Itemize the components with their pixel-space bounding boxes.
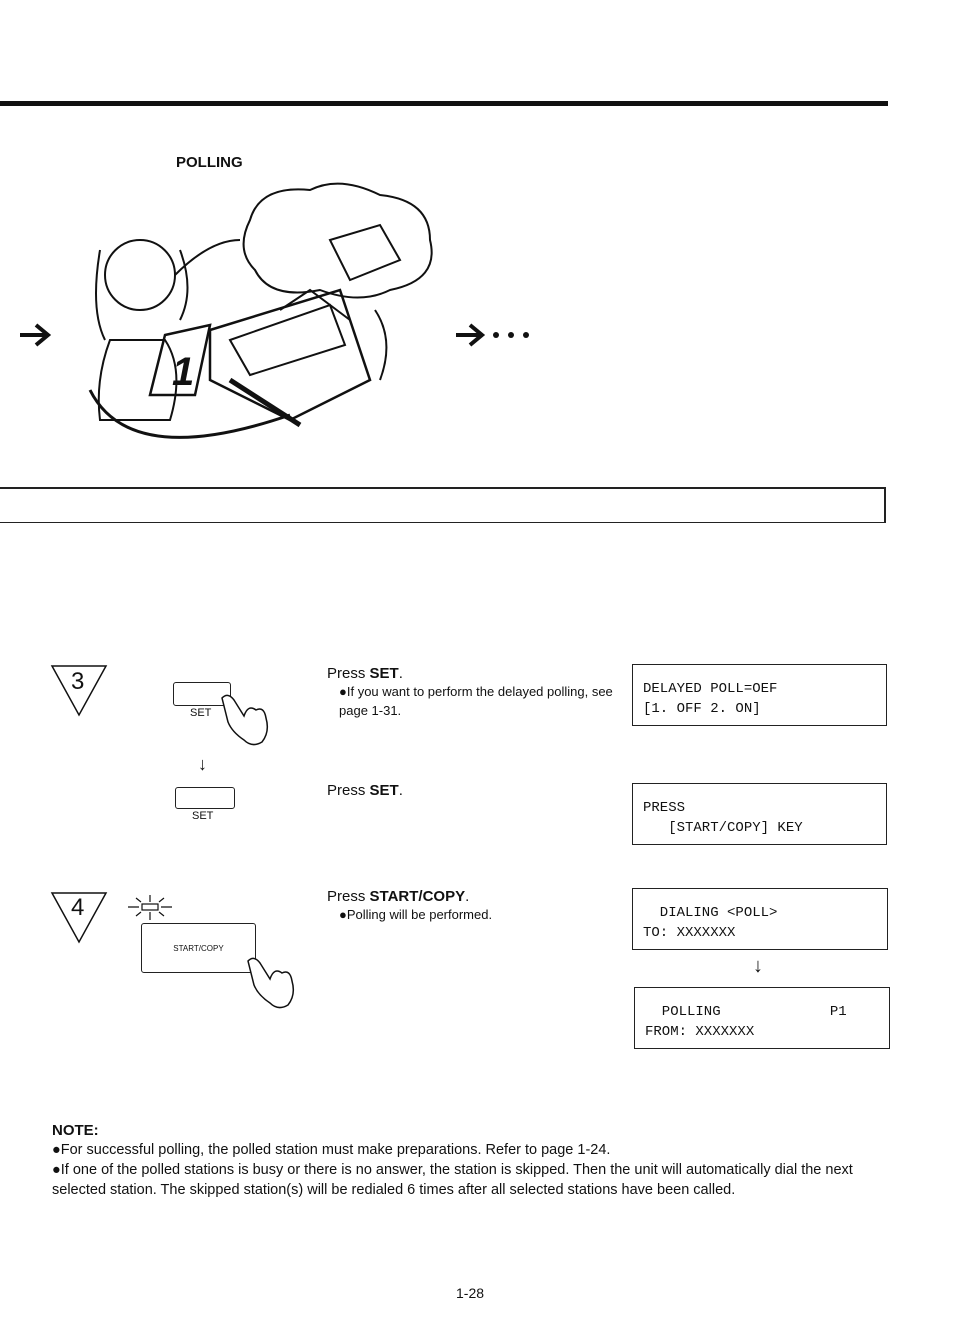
section-band	[0, 487, 886, 523]
lcd-display: DIALING <POLL> TO: XXXXXXX	[632, 888, 888, 950]
bullet: ●Polling will be performed.	[339, 907, 493, 922]
note-heading: NOTE:	[52, 1122, 99, 1139]
down-arrow-icon: ↓	[198, 754, 207, 774]
step-instruction: Press SET. ●If you want to perform the d…	[327, 665, 627, 720]
note-item: ●For successful polling, the polled stat…	[52, 1142, 611, 1158]
set-key-label: SET	[192, 810, 214, 822]
arrow-icon	[20, 323, 52, 347]
indicator-light-icon	[128, 895, 172, 920]
note-item: ●If one of the polled stations is busy o…	[52, 1162, 853, 1198]
bullet: ●If you want to perform the delayed poll…	[339, 684, 613, 718]
manual-page: POLLING 1 3 SET ↓ SET Press SET. ●If you…	[0, 0, 954, 1323]
pressing-hand-icon	[247, 957, 295, 1009]
section-title: POLLING	[176, 154, 243, 171]
header-rule	[0, 101, 888, 106]
start-copy-key[interactable]: START/COPY	[141, 923, 256, 973]
polling-illustration: 1	[20, 182, 529, 439]
step-instruction: Press START/COPY. ●Polling will be perfo…	[327, 888, 627, 924]
step-number: 3	[71, 668, 85, 695]
lcd-display: POLLING P1 FROM: XXXXXXX	[634, 987, 890, 1049]
lcd-display: DELAYED POLL=OEF [1. OFF 2. ON]	[632, 664, 887, 726]
start-copy-key-label: START/COPY	[173, 943, 224, 953]
lcd-display: PRESS [START/COPY] KEY	[632, 783, 887, 845]
pressing-hand-icon	[221, 694, 269, 746]
set-key[interactable]	[175, 787, 235, 809]
step-number: 4	[71, 894, 85, 921]
set-key-label: SET	[190, 707, 212, 719]
svg-text:1: 1	[172, 350, 194, 394]
step-instruction: Press SET.	[327, 782, 403, 799]
page-number: 1-28	[456, 1285, 485, 1301]
continue-arrow-icon	[456, 323, 486, 347]
down-arrow-icon: ↓	[753, 955, 763, 977]
